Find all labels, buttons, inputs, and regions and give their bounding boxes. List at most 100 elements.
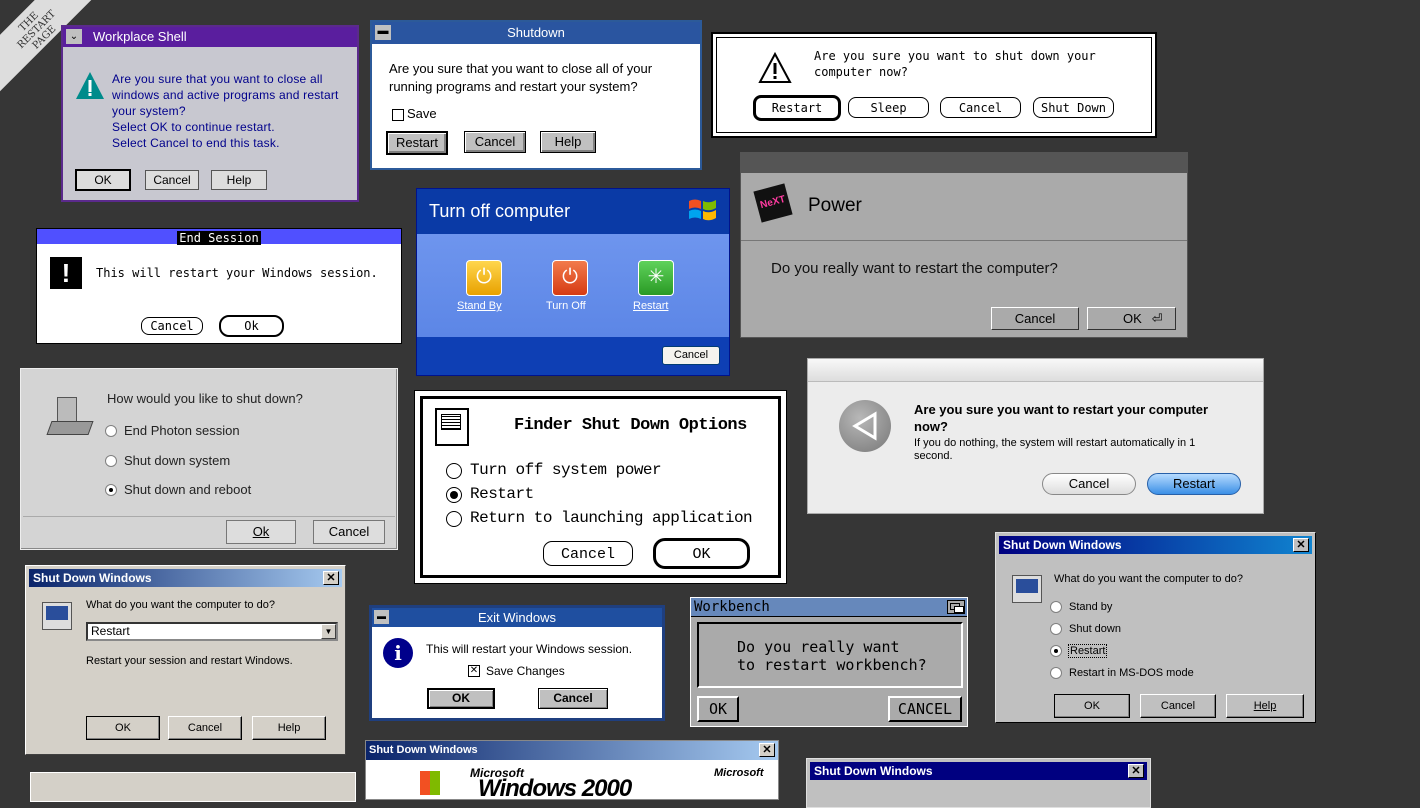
- w98-cancel-label: Cancel: [187, 722, 223, 734]
- mac-shutdown-button[interactable]: Shut Down: [1033, 97, 1114, 118]
- w98-close-button[interactable]: ✕: [323, 571, 339, 585]
- w2k-titlebar: Shut Down Windows ✕: [366, 741, 778, 760]
- w2k-shutdown-dialog: Shut Down Windows ✕ Microsoft Windows 20…: [365, 740, 779, 802]
- amiga-depth-gadget[interactable]: [947, 600, 965, 614]
- end-session-message: This will restart your Windows session.: [96, 266, 378, 280]
- w98-question: What do you want the computer to do?: [86, 599, 275, 611]
- amiga-message: Do you really want to restart workbench?: [737, 638, 927, 674]
- w2k-brand-label: Microsoft: [714, 767, 764, 779]
- win31-restart-label: Restart: [396, 135, 438, 150]
- mac-shutdown-dialog: Are you sure you want to shut down your …: [711, 32, 1157, 138]
- photon-radio-2[interactable]: [105, 484, 117, 496]
- w98-ok-button[interactable]: OK: [86, 716, 160, 740]
- exit-windows-dialog: ▬ Exit Windows i This will restart your …: [369, 605, 665, 721]
- next-header: NeXT Power: [741, 173, 1187, 241]
- w2k-close-button[interactable]: ✕: [759, 743, 775, 757]
- computer-icon: [42, 602, 72, 630]
- photon-radio-1[interactable]: [105, 455, 117, 467]
- xp-restart-label[interactable]: Restart: [633, 300, 668, 312]
- win31-save-label: Save: [407, 106, 437, 121]
- os2-cancel-label: Cancel: [153, 173, 191, 187]
- finder-ok-button[interactable]: OK: [653, 538, 750, 569]
- finder-mac-icon: [435, 408, 469, 446]
- w95-ok-button[interactable]: OK: [1054, 694, 1130, 718]
- exit-windows-sysmenu-button[interactable]: ▬: [374, 610, 389, 624]
- mac-restart-button[interactable]: Restart: [753, 95, 841, 121]
- warning-icon: [76, 72, 104, 99]
- partial-dialog-left: [30, 772, 356, 802]
- photon-cancel-button[interactable]: Cancel: [313, 520, 385, 544]
- windows-flag-icon: [420, 771, 440, 795]
- exit-windows-message: This will restart your Windows session.: [426, 642, 633, 656]
- xp-cancel-button[interactable]: Cancel: [662, 346, 720, 365]
- end-session-ok-label: Ok: [244, 319, 259, 333]
- w98-action-select[interactable]: Restart ▼: [86, 622, 338, 641]
- xp-cancel-label: Cancel: [673, 349, 709, 361]
- next-cancel-button[interactable]: Cancel: [991, 307, 1079, 330]
- w95-help-button[interactable]: Help: [1226, 694, 1304, 718]
- w95-title: Shut Down Windows: [1003, 538, 1122, 552]
- aqua-cancel-button[interactable]: Cancel: [1042, 473, 1136, 495]
- xp-turnoff-dialog: Turn off computer ⏻ Stand By ⏻ Turn Off …: [416, 188, 730, 376]
- win31-cancel-button[interactable]: Cancel: [464, 131, 526, 153]
- w95-option-0: Stand by: [1069, 601, 1113, 613]
- exit-windows-cancel-button[interactable]: Cancel: [538, 688, 608, 709]
- next-title: Power: [808, 195, 862, 216]
- exit-windows-save-checkbox[interactable]: ✕: [468, 665, 480, 677]
- xp-standby-button[interactable]: ⏻: [466, 260, 502, 296]
- os2-help-button[interactable]: Help: [211, 170, 267, 190]
- w95-radio-3[interactable]: [1050, 667, 1062, 679]
- w95-radio-2[interactable]: [1050, 645, 1062, 657]
- finder-radio-2[interactable]: [446, 511, 462, 527]
- finder-radio-1[interactable]: [446, 487, 462, 503]
- w95-radio-1[interactable]: [1050, 623, 1062, 635]
- finder-title: Finder Shut Down Options: [514, 416, 747, 435]
- os2-message: Are you sure that you want to close all …: [112, 72, 339, 150]
- win31-titlebar: ▬ Shutdown: [372, 22, 700, 44]
- finder-option-1: Restart: [470, 485, 534, 503]
- win31-sysmenu-button[interactable]: ▬: [375, 25, 391, 40]
- w98-shutdown-dialog: Shut Down Windows ✕ What do you want the…: [25, 565, 346, 755]
- mac-cancel-label: Cancel: [958, 101, 1003, 115]
- xp-restart-button[interactable]: ✳: [638, 260, 674, 296]
- mac-sleep-button[interactable]: Sleep: [848, 97, 929, 118]
- os2-sysmenu-button[interactable]: ⌄: [66, 29, 82, 44]
- finder-ok-label: OK: [692, 546, 711, 563]
- finder-cancel-button[interactable]: Cancel: [543, 541, 633, 566]
- amiga-cancel-button[interactable]: CANCEL: [888, 696, 962, 722]
- w98-help-button[interactable]: Help: [252, 716, 326, 740]
- os2-cancel-button[interactable]: Cancel: [145, 170, 199, 190]
- amiga-ok-button[interactable]: OK: [697, 696, 739, 722]
- xp-standby-label[interactable]: Stand By: [457, 300, 502, 312]
- w95-cancel-button[interactable]: Cancel: [1140, 694, 1216, 718]
- chevron-down-icon[interactable]: ▼: [321, 624, 336, 639]
- photon-divider: [23, 516, 395, 517]
- win31-help-button[interactable]: Help: [540, 131, 596, 153]
- end-session-cancel-button[interactable]: Cancel: [141, 317, 203, 335]
- exit-windows-title: Exit Windows: [477, 610, 557, 625]
- win31-save-checkbox[interactable]: [392, 109, 404, 121]
- w95-radio-0[interactable]: [1050, 601, 1062, 613]
- w95-close-button[interactable]: ✕: [1293, 538, 1309, 552]
- xp-turnoff-label[interactable]: Turn Off: [546, 300, 586, 312]
- photon-option-2: Shut down and reboot: [124, 482, 252, 497]
- w95b-close-button[interactable]: ✕: [1128, 764, 1144, 778]
- aqua-restart-button[interactable]: Restart: [1147, 473, 1241, 495]
- xp-header: Turn off computer: [417, 189, 729, 234]
- w95-shutdown-dialog: Shut Down Windows ✕ What do you want the…: [995, 532, 1316, 723]
- w98-cancel-button[interactable]: Cancel: [168, 716, 242, 740]
- photon-ok-button[interactable]: Ok: [226, 520, 296, 544]
- mac-cancel-button[interactable]: Cancel: [940, 97, 1021, 118]
- os2-ok-button[interactable]: OK: [75, 169, 131, 191]
- next-ok-button[interactable]: OK ⏎: [1087, 307, 1176, 330]
- xp-turnoff-button[interactable]: ⏻: [552, 260, 588, 296]
- photon-radio-0[interactable]: [105, 425, 117, 437]
- end-session-dialog: End Session ! This will restart your Win…: [36, 228, 402, 344]
- w95b-title: Shut Down Windows: [814, 764, 933, 778]
- aqua-subtext: If you do nothing, the system will resta…: [914, 437, 1196, 462]
- next-ok-label: OK: [1123, 311, 1142, 326]
- exit-windows-ok-button[interactable]: OK: [427, 688, 495, 709]
- win31-restart-button[interactable]: Restart: [386, 131, 448, 155]
- finder-radio-0[interactable]: [446, 463, 462, 479]
- end-session-ok-button[interactable]: Ok: [219, 315, 284, 337]
